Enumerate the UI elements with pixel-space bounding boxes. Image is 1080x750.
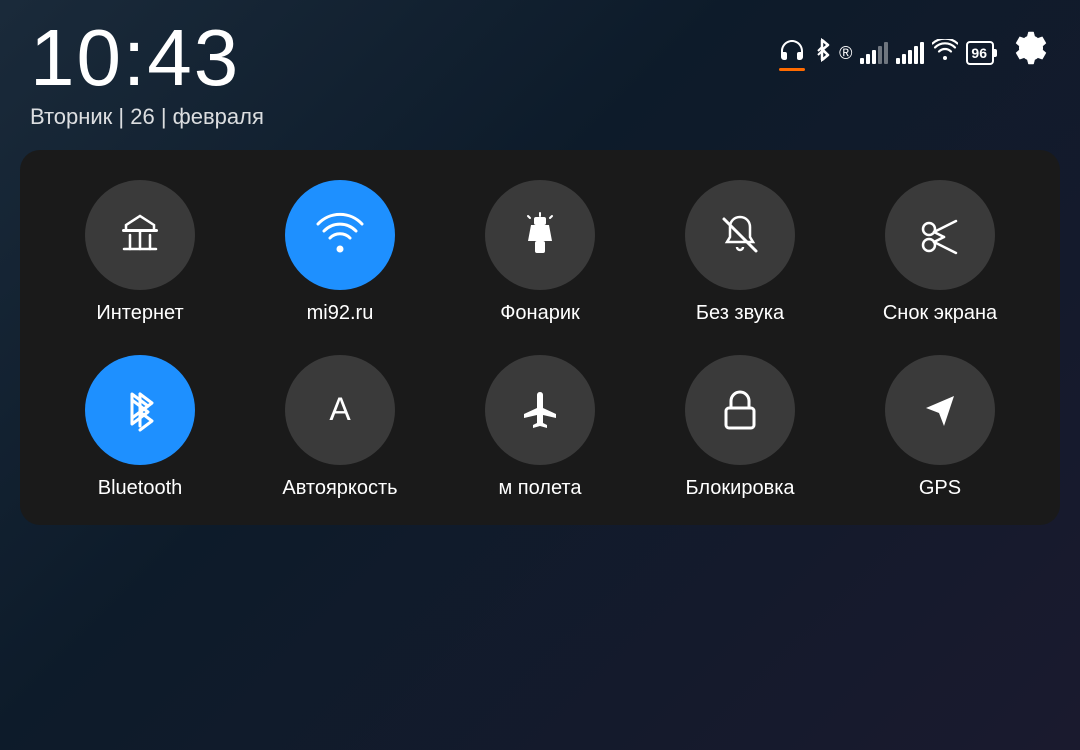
tile-silent-circle [685, 180, 795, 290]
tile-gps-circle [885, 355, 995, 465]
tile-internet[interactable]: Интернет [50, 180, 230, 325]
tile-brightness[interactable]: A Автояркость [250, 355, 430, 500]
time-display: 10:43 [30, 18, 264, 98]
wifi-status-icon [932, 39, 958, 67]
tile-airplane[interactable]: м полета [450, 355, 630, 500]
tile-screenshot-label: Снок экрана [883, 302, 997, 325]
tile-lock-label: Блокировка [685, 477, 794, 500]
tile-wifi[interactable]: mi92.ru [250, 180, 430, 325]
tile-airplane-circle [485, 355, 595, 465]
tile-brightness-circle: A [285, 355, 395, 465]
time-date: 10:43 Вторник | 26 | февраля [30, 18, 264, 130]
signal-bars-1 [860, 42, 888, 64]
tile-lock-circle [685, 355, 795, 465]
tile-flashlight[interactable]: Фонарик [450, 180, 630, 325]
tile-flashlight-circle [485, 180, 595, 290]
tile-airplane-label: м полета [498, 477, 581, 500]
tile-silent[interactable]: Без звука [650, 180, 830, 325]
tile-bluetooth-label: Bluetooth [98, 477, 183, 500]
tile-wifi-label: mi92.ru [307, 302, 374, 325]
svg-text:A: A [329, 391, 351, 427]
tiles-row-2: Bluetooth A Автояркость м полета [40, 355, 1040, 500]
tile-wifi-circle [285, 180, 395, 290]
tile-gps-label: GPS [919, 477, 961, 500]
tiles-row-1: Интернет mi92.ru [40, 180, 1040, 325]
tile-screenshot-circle [885, 180, 995, 290]
tile-lock[interactable]: Блокировка [650, 355, 830, 500]
tile-screenshot[interactable]: Снок экрана [850, 180, 1030, 325]
tile-bluetooth[interactable]: Bluetooth [50, 355, 230, 500]
tile-internet-label: Интернет [96, 302, 183, 325]
status-bar: 10:43 Вторник | 26 | февраля ® [0, 0, 1080, 140]
quick-settings-panel: Интернет mi92.ru [20, 150, 1060, 525]
battery-level: 96 [971, 45, 987, 61]
bluetooth-status-icon [813, 38, 831, 68]
settings-icon[interactable] [1012, 30, 1050, 76]
signal-bars-2 [896, 42, 924, 64]
tile-gps[interactable]: GPS [850, 355, 1030, 500]
battery-icon: 96 [966, 41, 994, 65]
registered-icon: ® [839, 43, 852, 64]
tile-internet-circle [85, 180, 195, 290]
tile-bluetooth-circle [85, 355, 195, 465]
date-display: Вторник | 26 | февраля [30, 104, 264, 130]
tile-brightness-label: Автояркость [282, 477, 397, 500]
headphone-icon [779, 39, 805, 67]
tile-flashlight-label: Фонарик [500, 302, 580, 325]
status-icons: ® 96 [779, 18, 1050, 76]
tile-silent-label: Без звука [696, 302, 784, 325]
